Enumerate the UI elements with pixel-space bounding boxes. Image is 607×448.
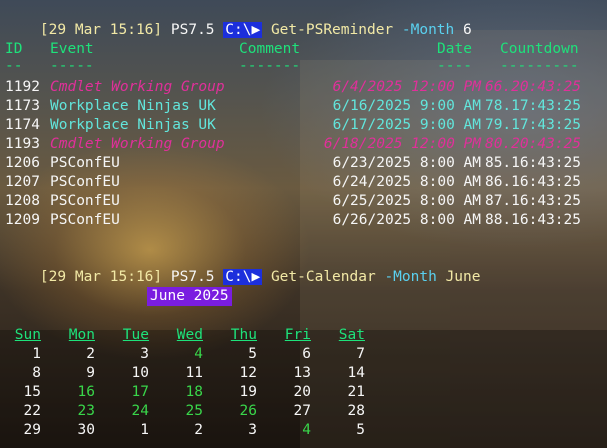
calendar-day-highlighted: 4 [302,422,311,438]
calendar-day: 5 [356,422,365,438]
row-countdown: 78.17:43:25 [484,98,581,114]
calendar-day: 11 [185,365,203,381]
calendar-day: 10 [131,365,149,381]
calendar-title: June 2025 [147,287,232,306]
row-event: PSConfEU [50,193,120,209]
prompt-path-badge: C:\▶ [223,22,263,38]
calendar-day: 3 [140,346,149,362]
calendar-day: 1 [32,346,41,362]
calendar-day: 8 [32,365,41,381]
calendar-day-header: Sun [14,327,41,343]
row-event: Cmdlet Working Group [50,136,225,152]
calendar-day-highlighted: 4 [194,346,203,362]
calendar-day-highlighted: 16 [77,384,95,400]
row-date: 6/25/2025 8:00 AM [332,193,481,209]
header-divider: ----- [50,58,94,74]
calendar-day: 19 [239,384,257,400]
calendar-day: 22 [23,403,41,419]
prompt-path: C:\ [225,269,252,285]
row-countdown: 85.16:43:25 [484,155,581,171]
command-param: -Month [401,22,455,38]
calendar-day-highlighted: 26 [239,403,257,419]
row-countdown: 87.16:43:25 [484,193,581,209]
calendar-day: 12 [239,365,257,381]
row-id: 1209 [5,212,40,228]
prompt-ps-version: PS7.5 [170,269,215,285]
row-countdown: 79.17:43:25 [484,117,581,133]
row-id: 1206 [5,155,40,171]
prompt-path-badge: C:\▶ [223,269,263,285]
row-countdown: 86.16:43:25 [484,174,581,190]
row-date: 6/24/2025 8:00 AM [332,174,481,190]
row-date: 6/17/2025 9:00 AM [332,117,481,133]
header-divider: -- [5,58,23,74]
row-date: 6/18/2025 12:00 PM [323,136,481,152]
row-event: Workplace Ninjas UK [50,117,216,133]
prompt-timestamp: [29 Mar 15:16] [39,269,163,285]
calendar-day: 13 [293,365,311,381]
row-countdown: 80.20:43:25 [484,136,581,152]
calendar-day-header: Tue [122,327,149,343]
calendar-day: 15 [23,384,41,400]
calendar-day-highlighted: 23 [77,403,95,419]
command-value: 6 [463,22,472,38]
row-id: 1192 [5,79,40,95]
row-event: PSConfEU [50,212,120,228]
calendar-day-highlighted: 24 [131,403,149,419]
calendar-day: 3 [248,422,257,438]
row-event: Cmdlet Working Group [50,79,225,95]
row-id: 1193 [5,136,40,152]
row-date: 6/23/2025 8:00 AM [332,155,481,171]
calendar-day: 30 [77,422,95,438]
command-param: -Month [384,269,437,285]
calendar-day: 28 [347,403,365,419]
row-date: 6/16/2025 9:00 AM [332,98,481,114]
calendar-day: 1 [140,422,149,438]
row-date: 6/4/2025 12:00 PM [332,79,481,95]
command-value: June [445,269,481,285]
row-event: PSConfEU [50,174,120,190]
prompt-arrow-icon: ▶ [251,22,261,38]
calendar-day: 7 [356,346,365,362]
header-divider: --------- [500,58,579,74]
header-divider: ------- [239,58,301,74]
prompt-line-2: [29 Mar 15:16] PS7.5 C:\▶ Get-Calendar -… [5,249,480,306]
calendar-day: 6 [302,346,311,362]
prompt-path: C:\ [225,22,252,38]
calendar-day: 20 [293,384,311,400]
row-id: 1207 [5,174,40,190]
calendar-day: 21 [347,384,365,400]
calendar-day-highlighted: 17 [131,384,149,400]
calendar-day-header: Mon [68,327,95,343]
calendar-day: 29 [23,422,41,438]
row-date: 6/26/2025 8:00 AM [332,212,481,228]
prompt-timestamp: [29 Mar 15:16] [39,22,163,38]
prompt-arrow-icon: ▶ [251,269,261,285]
calendar-day: 9 [86,365,95,381]
row-event: Workplace Ninjas UK [50,98,216,114]
calendar-day-header: Fri [284,327,311,343]
prompt-ps-version: PS7.5 [170,22,215,38]
terminal-window[interactable]: [29 Mar 15:16] PS7.5 C:\▶ Get-PSReminder… [0,0,607,448]
row-id: 1173 [5,98,40,114]
calendar-day: 5 [248,346,257,362]
row-countdown: 66.20:43:25 [484,79,581,95]
calendar-day-header: Sat [338,327,365,343]
row-id: 1208 [5,193,40,209]
calendar-day: 2 [194,422,203,438]
calendar-day-header: Wed [176,327,203,343]
calendar-day: 2 [86,346,95,362]
row-id: 1174 [5,117,40,133]
calendar-day-highlighted: 18 [185,384,203,400]
command-name: Get-Calendar [270,269,376,285]
row-countdown: 88.16:43:25 [484,212,581,228]
calendar-day-highlighted: 25 [185,403,203,419]
calendar-day: 27 [293,403,311,419]
command-name: Get-PSReminder [270,22,394,38]
calendar-day: 14 [347,365,365,381]
header-divider: ---- [437,58,472,74]
calendar-day-header: Thu [230,327,257,343]
row-event: PSConfEU [50,155,120,171]
